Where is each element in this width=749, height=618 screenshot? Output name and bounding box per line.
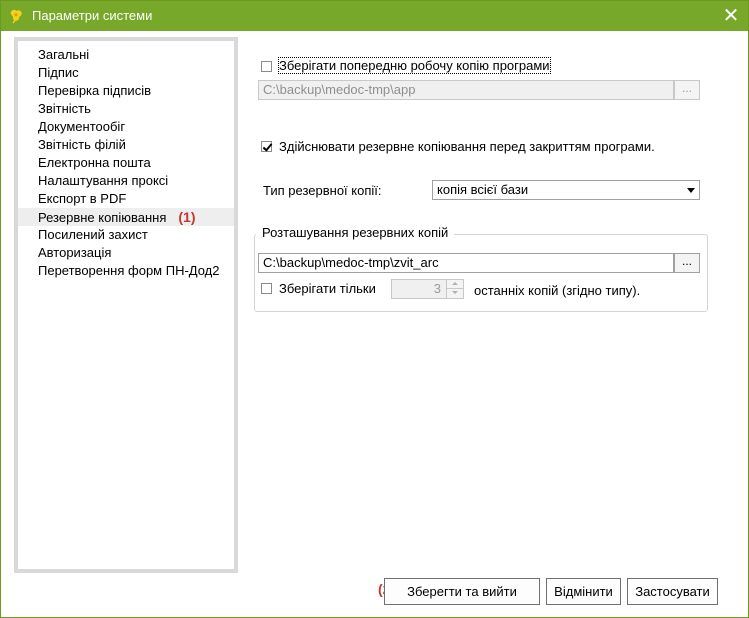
backup-location-browse-button[interactable]: ...: [674, 253, 700, 273]
keep-previous-copy-checkbox[interactable]: [261, 61, 272, 72]
sidebar-item-branch-reporting[interactable]: Звітність філій: [38, 136, 126, 154]
backup-before-close-checkbox[interactable]: [261, 141, 272, 152]
close-button[interactable]: ✕: [720, 5, 742, 27]
cancel-button[interactable]: Відмінити: [546, 578, 621, 605]
backup-before-close-label[interactable]: Здійснювати резервне копіювання перед за…: [279, 139, 655, 154]
sidebar-item-backup[interactable]: Резервне копіювання (1): [18, 208, 234, 226]
save-and-exit-button[interactable]: Зберегти та вийти: [384, 578, 540, 605]
backup-location-title: Розташування резервних копій: [256, 225, 455, 240]
backup-type-label: Тип резервної копії:: [263, 183, 382, 198]
title-bar: Параметри системи ✕: [1, 1, 748, 31]
app-flower-icon: [10, 9, 22, 24]
previous-copy-path-field[interactable]: C:\backup\medoc-tmp\app: [258, 80, 674, 100]
sidebar-item-general[interactable]: Загальні: [38, 46, 89, 64]
sidebar-item-pdf-export[interactable]: Експорт в PDF: [38, 190, 126, 208]
window-title: Параметри системи: [32, 8, 153, 23]
keep-count-suffix: останніх копій (згідно типу).: [474, 283, 641, 298]
keep-only-label[interactable]: Зберігати тільки: [279, 281, 376, 296]
sidebar-item-reporting[interactable]: Звітність: [38, 100, 91, 118]
sidebar-item-enhanced-security[interactable]: Посилений захист: [38, 226, 148, 244]
backup-type-select[interactable]: копія всієї бази: [432, 180, 700, 200]
backup-location-path-field[interactable]: C:\backup\medoc-tmp\zvit_arc: [258, 253, 674, 273]
sidebar-item-document-flow[interactable]: Документообіг: [38, 118, 125, 136]
keep-only-checkbox[interactable]: [261, 283, 272, 294]
stepper-down-icon[interactable]: [446, 289, 463, 298]
sidebar-item-label: Резервне копіювання: [38, 210, 167, 225]
keep-previous-copy-label[interactable]: Зберігати попередню робочу копію програм…: [278, 57, 551, 74]
sidebar-item-signature-check[interactable]: Перевірка підписів: [38, 82, 151, 100]
chevron-down-icon: [687, 188, 695, 193]
close-icon: ✕: [722, 5, 740, 27]
sidebar-item-proxy[interactable]: Налаштування проксі: [38, 172, 168, 190]
keep-count-value: 3: [433, 281, 441, 296]
backup-location-group: [254, 234, 708, 312]
previous-copy-browse-button[interactable]: ...: [674, 80, 700, 100]
sidebar-item-authorization[interactable]: Авторизація: [38, 244, 111, 262]
sidebar-item-signature[interactable]: Підпис: [38, 64, 79, 82]
backup-type-value: копія всієї бази: [437, 182, 529, 197]
settings-category-list[interactable]: Загальні Підпис Перевірка підписів Звітн…: [14, 37, 238, 573]
sidebar-item-email[interactable]: Електронна пошта: [38, 154, 151, 172]
apply-button[interactable]: Застосувати: [627, 578, 718, 605]
annotation-marker-1: (1): [178, 209, 196, 225]
sidebar-item-form-conversion[interactable]: Перетворення форм ПН-Дод2: [38, 262, 220, 280]
keep-count-stepper[interactable]: 3: [391, 279, 464, 299]
stepper-up-icon[interactable]: [446, 280, 463, 289]
